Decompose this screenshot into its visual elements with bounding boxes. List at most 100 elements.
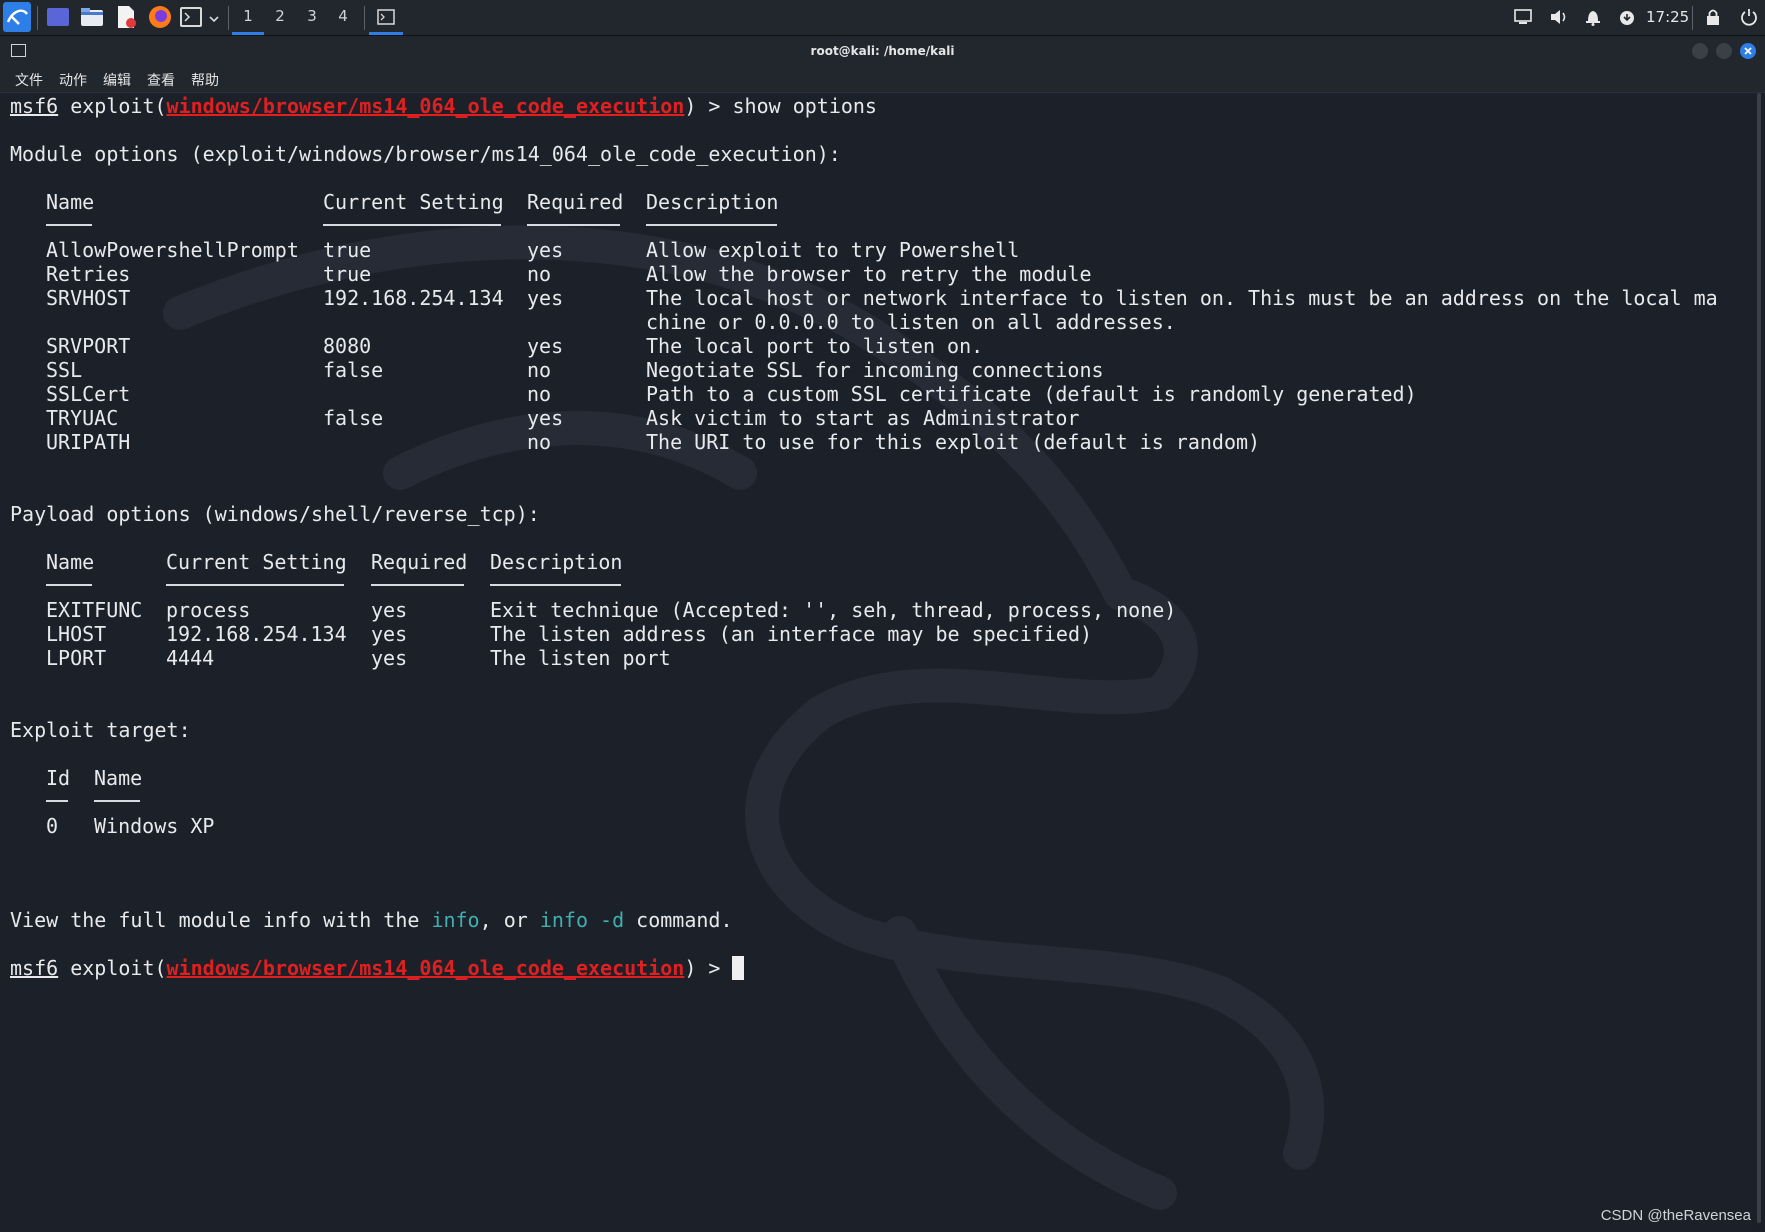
table-cell: no: [527, 358, 552, 382]
maximize-button[interactable]: [1716, 43, 1732, 59]
table-cell: no: [527, 430, 552, 454]
prompt-exploit: exploit(: [70, 94, 167, 118]
window-titlebar[interactable]: root@kali: /home/kali: [0, 36, 1765, 66]
table-cell: process: [166, 598, 251, 622]
workspace-2[interactable]: 2: [264, 0, 296, 35]
menu-file[interactable]: 文件: [15, 70, 43, 90]
panel-separator: [37, 6, 38, 30]
prompt-suffix: ) >: [684, 94, 733, 118]
info-text: , or: [479, 908, 540, 932]
column-underline: [166, 584, 344, 586]
menu-edit[interactable]: 编辑: [103, 70, 131, 90]
column-underline: [490, 584, 621, 586]
prompt-exploit: exploit(: [70, 956, 167, 980]
close-icon: [1744, 47, 1752, 55]
table-cell: Negotiate SSL for incoming connections: [646, 358, 1104, 382]
desktop-icon[interactable]: [47, 8, 69, 26]
text-editor-icon[interactable]: [115, 5, 137, 29]
column-header: Current Setting: [323, 190, 504, 214]
table-cell: no: [527, 382, 552, 406]
exploit-target-header: Exploit target:: [10, 718, 191, 742]
table-cell: Ask victim to start as Administrator: [646, 406, 1080, 430]
column-underline: [323, 224, 501, 226]
scrollbar[interactable]: [1757, 93, 1761, 1223]
chevron-down-icon[interactable]: [208, 10, 220, 23]
column-header: Name: [94, 766, 143, 790]
table-cell: TRYUAC: [46, 406, 119, 430]
prompt-line-1: msf6 exploit(windows/browser/ms14_064_ol…: [10, 94, 877, 118]
table-cell: The listen address (an interface may be …: [490, 622, 1093, 646]
table-cell: Path to a custom SSL certificate (defaul…: [646, 382, 1417, 406]
table-cell: chine or 0.0.0.0 to listen on all addres…: [646, 310, 1176, 334]
display-icon[interactable]: [1514, 0, 1532, 35]
table-cell: true: [323, 238, 372, 262]
table-cell: 192.168.254.134: [166, 622, 347, 646]
folder-icon[interactable]: [80, 7, 104, 27]
table-cell: 4444: [166, 646, 215, 670]
table-cell: SRVPORT: [46, 334, 131, 358]
table-cell: yes: [371, 598, 408, 622]
workspace-4[interactable]: 4: [327, 0, 359, 35]
info-command: info: [431, 908, 480, 932]
table-cell: true: [323, 262, 372, 286]
table-cell: SSLCert: [46, 382, 131, 406]
payload-options-header: Payload options (windows/shell/reverse_t…: [10, 502, 540, 526]
table-cell: 192.168.254.134: [323, 286, 504, 310]
table-cell: yes: [371, 646, 408, 670]
info-line: View the full module info with the info,…: [10, 908, 733, 932]
update-icon[interactable]: [1619, 0, 1635, 35]
menu-action[interactable]: 动作: [59, 70, 87, 90]
power-icon[interactable]: [1740, 0, 1758, 35]
clock[interactable]: 17:25: [1646, 0, 1689, 35]
table-cell: AllowPowershellPrompt: [46, 238, 299, 262]
table-cell: yes: [527, 286, 564, 310]
volume-icon[interactable]: [1549, 0, 1569, 35]
column-underline: [527, 224, 620, 226]
table-cell: yes: [527, 406, 564, 430]
column-header: Description: [646, 190, 779, 214]
taskbar-terminal-window[interactable]: [369, 0, 403, 35]
menu-help[interactable]: 帮助: [191, 70, 219, 90]
module-options-header: Module options (exploit/windows/browser/…: [10, 142, 841, 166]
table-cell: SRVHOST: [46, 286, 131, 310]
table-cell: The local port to listen on.: [646, 334, 984, 358]
table-cell: The listen port: [490, 646, 671, 670]
column-underline: [46, 584, 92, 586]
column-underline: [46, 800, 68, 802]
module-path: windows/browser/ms14_064_ole_code_execut…: [166, 94, 685, 118]
table-cell: no: [527, 262, 552, 286]
bell-icon[interactable]: [1585, 0, 1601, 35]
lock-icon[interactable]: [1706, 0, 1720, 35]
workspace-1[interactable]: 1: [232, 0, 264, 35]
csdn-watermark: CSDN @theRavensea: [1600, 1207, 1751, 1224]
workspace-3[interactable]: 3: [296, 0, 328, 35]
table-cell: The URI to use for this exploit (default…: [646, 430, 1261, 454]
terminal-icon[interactable]: [180, 7, 202, 27]
panel-separator: [364, 6, 365, 30]
command-text: show options: [732, 94, 877, 118]
prompt-prefix: msf6: [10, 94, 59, 118]
column-underline: [46, 224, 92, 226]
prompt-prefix: msf6: [10, 956, 59, 980]
column-header: Required: [371, 550, 468, 574]
top-panel: 1 2 3 4 17:25: [0, 0, 1765, 36]
close-button[interactable]: [1740, 43, 1756, 59]
module-path: windows/browser/ms14_064_ole_code_execut…: [166, 956, 685, 980]
table-cell: Allow the browser to retry the module: [646, 262, 1092, 286]
table-cell: yes: [527, 334, 564, 358]
menu-bar: 文件 动作 编辑 查看 帮助: [0, 66, 1765, 93]
prompt-suffix: ) >: [684, 956, 733, 980]
column-header: Name: [46, 190, 95, 214]
minimize-button[interactable]: [1692, 43, 1708, 59]
menu-view[interactable]: 查看: [147, 70, 175, 90]
column-header: Required: [527, 190, 624, 214]
text-cursor: [732, 956, 745, 980]
firefox-icon[interactable]: [148, 5, 172, 29]
table-cell: Retries: [46, 262, 131, 286]
info-d-command: info -d: [539, 908, 625, 932]
kali-menu-icon[interactable]: [3, 2, 31, 32]
prompt-line-2: msf6 exploit(windows/browser/ms14_064_ol…: [10, 956, 745, 980]
column-underline: [94, 800, 140, 802]
table-cell: LHOST: [46, 622, 107, 646]
column-header: Description: [490, 550, 623, 574]
